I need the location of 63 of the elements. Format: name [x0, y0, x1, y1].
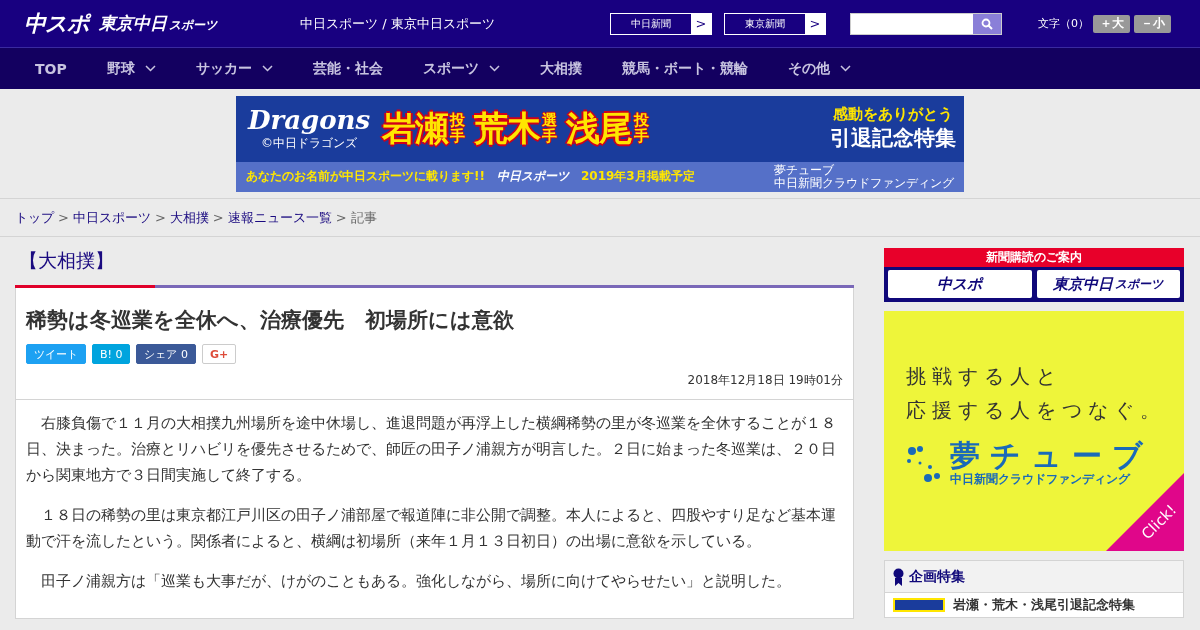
chevron-down-icon	[144, 65, 156, 72]
nav-item[interactable]: TOP	[35, 60, 67, 77]
breadcrumb-link[interactable]: 中日スポーツ	[72, 208, 151, 227]
dots-icon	[906, 444, 942, 485]
newspaper-link[interactable]: 東京新聞 >	[724, 12, 826, 35]
breadcrumb-separator: >	[212, 210, 224, 225]
player-role: 選手	[542, 112, 558, 145]
paragraph: 田子ノ浦親方は「巡業も大事だが、けがのこともある。強化しながら、場所に向けてやらせたい」と説明した。	[40, 571, 792, 592]
article-title: 稀勢は冬巡業を全休へ、治療優先 初場所には意欲	[26, 307, 515, 334]
banner-heading: 引退記念特集	[830, 125, 956, 152]
breadcrumb-link[interactable]: トップ	[15, 208, 54, 227]
player-name: 浅尾	[566, 106, 632, 150]
subscribe-button[interactable]: 東京中日スポーツ	[1036, 270, 1180, 298]
chevron-down-icon	[839, 65, 851, 72]
chevron-down-icon	[261, 65, 273, 72]
nav-item[interactable]: 芸能・社会	[312, 59, 383, 78]
copyright-text: ©中日ドラゴンズ	[261, 135, 357, 152]
site-title: 中日スポーツ / 東京中日スポーツ	[300, 14, 496, 33]
subscribe-title: 新聞購読のご案内	[884, 248, 1184, 267]
banner-text: 感動をありがとう	[833, 105, 953, 124]
nav-item[interactable]: スポーツ	[422, 59, 500, 78]
nav-item[interactable]: サッカー	[195, 59, 273, 78]
award-icon	[893, 567, 904, 586]
ad-brand: 夢チューブ	[950, 441, 1153, 471]
font-size-label: 文字（0）	[1038, 16, 1089, 31]
breadcrumb-separator: >	[58, 210, 69, 225]
article-date: 2018年12月18日 19時01分	[686, 372, 843, 389]
banner-date: 2019年3月掲載予定	[580, 168, 695, 185]
thumbnail	[893, 598, 945, 612]
search-field[interactable]	[850, 12, 1002, 35]
logo[interactable]: 東京中日スポーツ	[99, 12, 217, 35]
breadcrumb-text: 記事	[350, 208, 377, 227]
banner-brand: 夢チューブ 中日新聞クラウドファンディング	[774, 163, 954, 190]
chevron-down-icon	[488, 65, 500, 72]
feature-link[interactable]: 岩瀬・荒木・浅尾引退記念特集	[885, 593, 1183, 617]
ad-text: 挑戦する人と	[906, 363, 1063, 390]
ad-text: 応援する人をつなぐ。	[906, 397, 1167, 424]
team-logo: Dragons	[247, 105, 371, 135]
breadcrumb-link[interactable]: 大相撲	[169, 208, 209, 227]
newspaper-link[interactable]: 中日新聞 >	[610, 12, 712, 35]
search-icon	[981, 17, 993, 30]
subscribe-button[interactable]: 中スポ	[888, 270, 1032, 298]
search-button[interactable]	[973, 13, 1001, 34]
banner-text: あなたのお名前が中日スポーツに載ります!!	[246, 168, 485, 185]
player-role: 投手	[450, 112, 466, 145]
player-name: 岩瀬	[382, 106, 448, 150]
banner-logo: 中日スポーツ	[496, 168, 569, 185]
paragraph: １８日の稀勢の里は東京都江戸川区の田子ノ浦部屋で報道陣に非公開で調整。本人によると、四股やすり足など基本運動で汗を流したという。関係者によると、横綱は初場所（来年１月１３日初日）の出場に意欲を示している。	[26, 505, 837, 552]
nav-item[interactable]: その他	[787, 59, 851, 78]
nav-item[interactable]: 競馬・ボート・競輪	[621, 59, 748, 78]
nav-item[interactable]: 野球	[106, 59, 156, 78]
player-role: 投手	[634, 112, 650, 145]
paragraph: 右膝負傷で１１月の大相撲九州場所を途中休場し、進退問題が再浮上した横綱稀勢の里が冬巡業を全休することが１８日、決まった。治療とリハビリを優先させるためで、師匠の田子ノ浦親方が明言した。２日に始まった冬巡業は、２０日から関東地方で３日間実施して終了する。	[26, 413, 837, 486]
breadcrumb-link[interactable]: 速報ニュース一覧	[227, 208, 332, 227]
ad-subtext: 中日新聞クラウドファンディング	[950, 471, 1132, 488]
nav-item[interactable]: 大相撲	[539, 59, 582, 78]
player-name: 荒木	[474, 106, 540, 150]
breadcrumb-separator: >	[335, 210, 347, 225]
breadcrumb-separator: >	[154, 210, 166, 225]
share-button[interactable]: G+	[201, 344, 237, 364]
share-button[interactable]: シェア 0	[136, 344, 196, 364]
features-title: 企画特集	[909, 567, 965, 586]
category-heading: 【大相撲】	[18, 248, 115, 273]
